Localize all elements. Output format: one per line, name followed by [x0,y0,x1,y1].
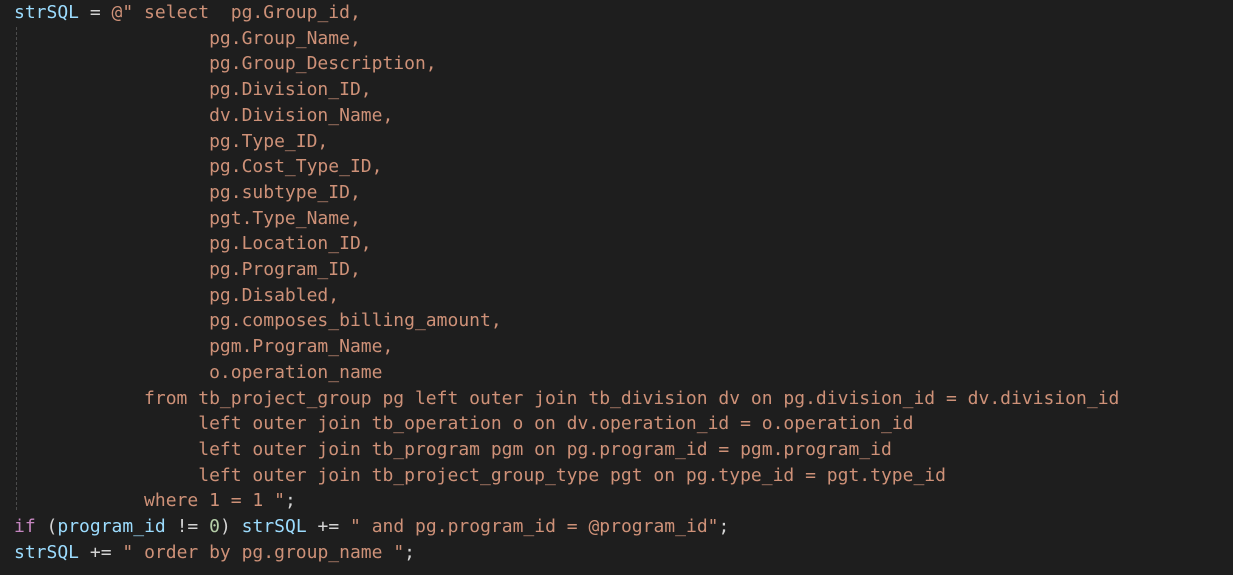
code-line[interactable]: pgt.Type_Name, [14,206,361,232]
code-token: pg.subtype_ID, [14,181,361,203]
code-line[interactable]: left outer join tb_operation o on dv.ope… [14,411,913,437]
code-token: pg.composes_billing_amount, [14,310,502,332]
code-line[interactable]: dv.Division_Name, [14,103,393,129]
code-token: " and pg.program_id = @program_id" [350,516,719,537]
code-token: " order by pg.group_name " [122,541,405,563]
code-line[interactable]: left outer join tb_program pgm on pg.pro… [14,437,892,463]
code-line[interactable]: pg.Type_ID, [14,129,328,155]
code-token: pg.Program_ID, [14,259,361,280]
code-line[interactable]: pg.Group_Name, [14,26,361,52]
code-token: pg.Group_Name, [14,27,361,49]
code-line[interactable]: pg.Group_Description, [14,51,437,77]
code-token: dv.Division_Name, [14,104,394,126]
code-token: pgm.Program_Name, [14,336,394,358]
code-token: strSQL [241,516,307,537]
code-token: from tb_project_group pg left outer join… [14,387,1120,409]
code-token: = [79,2,112,23]
code-line[interactable]: pg.Cost_Type_ID, [14,154,382,180]
code-token: if [14,516,36,537]
code-token: ( [35,516,58,537]
code-token: pg.Type_ID, [14,130,329,152]
code-line[interactable]: left outer join tb_project_group_type pg… [14,463,946,489]
code-token: strSQL [14,541,80,563]
code-token: program_id [57,516,166,537]
code-line[interactable]: strSQL += " order by pg.group_name "; [14,540,415,566]
code-line[interactable]: from tb_project_group pg left outer join… [14,386,1119,412]
code-line[interactable]: pg.Location_ID, [14,231,372,257]
code-token: pg.Cost_Type_ID, [14,156,383,178]
code-line[interactable]: pg.Division_ID, [14,77,372,103]
code-line[interactable]: pgm.Program_Name, [14,334,393,360]
code-token: ; [284,490,296,512]
code-token: pg.Disabled, [14,284,340,306]
code-token: left outer join tb_operation o on dv.ope… [14,413,914,435]
code-line[interactable]: o.operation_name [14,360,382,386]
code-line[interactable]: pg.subtype_ID, [14,180,361,206]
code-line[interactable]: strSQL = @" select pg.Group_id, [14,0,361,26]
code-line[interactable]: pg.composes_billing_amount, [14,308,502,334]
code-line[interactable]: pg.Disabled, [14,283,339,309]
code-token: pg.Location_ID, [14,233,372,255]
code-line[interactable]: if (program_id != 0) strSQL += " and pg.… [14,514,729,540]
code-token: ; [718,516,730,537]
code-token: left outer join tb_program pgm on pg.pro… [14,438,892,460]
code-token: strSQL [14,2,80,23]
code-token: += [306,516,351,537]
code-token: pg.Group_Description, [14,53,437,75]
code-token: pgt.Type_Name, [14,207,361,229]
code-token: != [165,516,210,537]
code-token: where 1 = 1 " [14,490,285,512]
code-token: pg.Division_ID, [14,79,372,101]
code-editor[interactable]: strSQL = @" select pg.Group_id, pg.Group… [0,0,1233,575]
code-token: left outer join tb_project_group_type pg… [14,464,946,486]
code-token: ) [219,516,242,537]
code-line[interactable]: pg.Program_ID, [14,257,361,283]
code-token: ; [404,541,415,563]
code-token: 0 [209,516,220,537]
code-token: o.operation_name [14,361,383,383]
code-token: += [79,541,123,563]
code-token: @" select pg.Group_id, [111,2,361,23]
code-line[interactable]: where 1 = 1 "; [14,488,296,514]
